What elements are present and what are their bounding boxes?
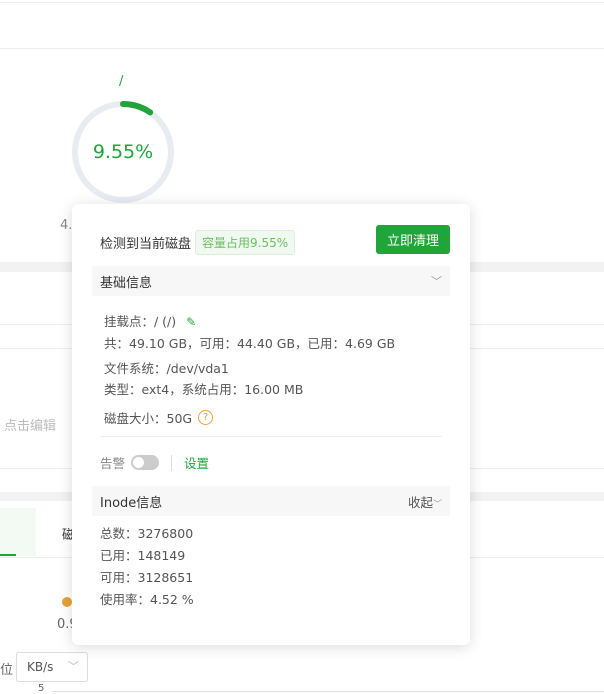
divider [100, 436, 442, 437]
edit-hint[interactable]: 点击编辑 [4, 415, 56, 434]
disk-mount-label: / [119, 74, 124, 89]
inode-info-title: Inode信息 [100, 495, 163, 511]
disk-size-text: 4. [60, 218, 73, 233]
divider [0, 48, 604, 49]
chevron-down-icon: ﹀ [431, 275, 442, 288]
unit-select-value: KB/s [27, 660, 54, 674]
unit-select[interactable]: KB/s ﹀ [16, 652, 88, 682]
alert-row: 告警 设置 [100, 453, 209, 472]
alert-label: 告警 [100, 456, 126, 471]
help-icon[interactable]: ? [198, 410, 214, 425]
alert-toggle[interactable] [131, 455, 160, 470]
inode-free: 可用：3128651 [100, 570, 194, 585]
unit-label: 位 [0, 663, 14, 678]
axis-line [52, 691, 604, 692]
alert-settings-link[interactable]: 设置 [184, 453, 209, 472]
mount-point-text: 挂载点：/ (/) [104, 314, 177, 329]
legend-dot [62, 597, 72, 607]
fs-type: 类型：ext4，系统占用：16.00 MB [104, 382, 304, 397]
basic-info-title: 基础信息 [100, 275, 153, 291]
disk-usage-percent: 9.55% [92, 141, 154, 163]
inode-used: 已用：148149 [100, 548, 186, 563]
clean-now-button[interactable]: 立即清理 [376, 225, 450, 254]
inode-usage: 使用率：4.52 % [100, 592, 194, 607]
usage-badge: 容量占用9.55% [195, 230, 296, 255]
axis-tick: 5 [38, 683, 45, 694]
disk-size-text: 磁盘大小：50G [104, 411, 193, 426]
chevron-down-icon: ﹀ [68, 660, 79, 673]
divider [0, 2, 604, 3]
mount-point: 挂载点：/ (/) ✎ [104, 311, 196, 330]
popover-title: 检测到当前磁盘 [100, 237, 192, 252]
tab-active-indicator [0, 554, 16, 556]
inode-info-header[interactable]: Inode信息 收起﹀ [92, 486, 450, 516]
popover-header: 检测到当前磁盘 容量占用9.55% [100, 230, 296, 255]
edit-icon[interactable]: ✎ [186, 315, 196, 329]
tab-active[interactable] [0, 508, 36, 556]
disk-detail-popover: 检测到当前磁盘 容量占用9.55% 立即清理 基础信息 ﹀ 挂载点：/ (/) … [72, 204, 470, 645]
basic-info-header[interactable]: 基础信息 ﹀ [92, 266, 450, 296]
disk-size: 磁盘大小：50G ? [104, 408, 214, 427]
filesystem: 文件系统：/dev/vda1 [104, 361, 229, 376]
collapse-label: 收起 [407, 494, 433, 510]
collapse-button[interactable]: 收起﹀ [408, 492, 442, 511]
divider [171, 454, 173, 471]
inode-total: 总数：3276800 [100, 526, 194, 541]
disk-sizes: 共：49.10 GB，可用：44.40 GB，已用：4.69 GB [104, 336, 396, 351]
chevron-down-icon: ﹀ [432, 499, 442, 510]
